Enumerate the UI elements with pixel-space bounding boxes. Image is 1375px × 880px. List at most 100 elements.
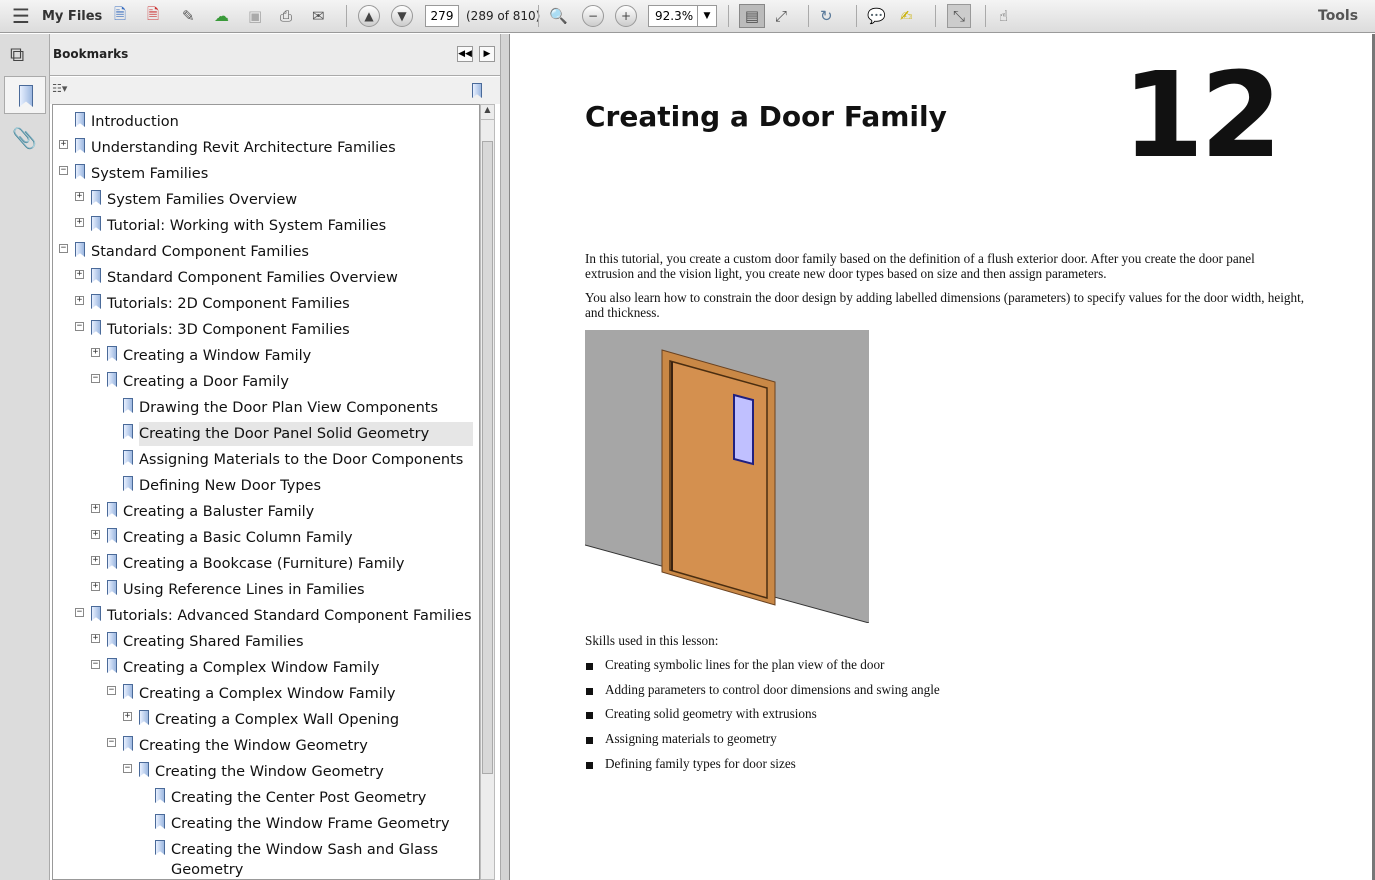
scroll-up-icon[interactable]: ▲ (481, 105, 494, 120)
expand-icon[interactable]: + (91, 530, 100, 539)
bookmark-label: Creating a Window Family (123, 348, 312, 364)
bookmark-label: Understanding Revit Architecture Familie… (91, 140, 396, 156)
bookmark-item[interactable]: Creating a Basic Column Family (123, 526, 473, 550)
collapse-icon[interactable]: − (59, 166, 68, 175)
print-icon[interactable]: ⎙ (280, 4, 292, 28)
expand-icon[interactable]: + (75, 270, 84, 279)
rotate-icon[interactable]: ↻ (820, 4, 833, 28)
my-files-button[interactable]: My Files (42, 4, 102, 28)
expand-icon[interactable]: + (59, 140, 68, 149)
fit-width-icon[interactable]: ⤢ (775, 4, 787, 28)
save-icon[interactable]: ▣ (248, 4, 262, 28)
bookmark-item[interactable]: System Families (91, 162, 473, 186)
bookmark-item[interactable]: Creating Shared Families (123, 630, 473, 654)
comment-icon[interactable]: 💬 (867, 4, 886, 28)
convert-icon[interactable]: 🗎 (147, 4, 159, 28)
bookmark-item[interactable]: System Families Overview (107, 188, 473, 212)
expand-icon[interactable]: + (123, 712, 132, 721)
fit-page-icon[interactable]: ▤ (739, 4, 765, 28)
bookmark-item[interactable]: Tutorials: 2D Component Families (107, 292, 473, 316)
bookmark-item[interactable]: Introduction (91, 110, 473, 134)
bookmark-item[interactable]: Standard Component Families Overview (107, 266, 473, 290)
prev-page-icon[interactable]: ▲ (358, 4, 380, 28)
expand-icon[interactable]: + (75, 296, 84, 305)
bookmark-icon (107, 658, 117, 673)
zoom-in-icon[interactable]: + (615, 4, 637, 28)
collapse-icon[interactable]: − (91, 374, 100, 383)
bookmark-item[interactable]: Creating a Complex Window Family (123, 656, 473, 680)
bookmark-item[interactable]: Standard Component Families (91, 240, 473, 264)
expand-icon[interactable]: + (91, 556, 100, 565)
bookmark-item[interactable]: Drawing the Door Plan View Components (139, 396, 473, 420)
highlight-text-icon[interactable]: ✍ (900, 4, 913, 28)
bookmark-item[interactable]: Understanding Revit Architecture Familie… (91, 136, 473, 160)
collapse-icon[interactable]: − (107, 738, 116, 747)
zoom-input[interactable]: 92.3% (648, 5, 698, 27)
collapse-panel-icon[interactable]: ◀◀ (457, 46, 473, 62)
collapse-icon[interactable]: − (59, 244, 68, 253)
email-icon[interactable]: ✉ (312, 4, 325, 28)
collapse-icon[interactable]: − (75, 608, 84, 617)
fullscreen-icon[interactable]: ⤡ (947, 4, 971, 28)
chapter-title: Creating a Door Family (585, 100, 947, 133)
zoom-dropdown-icon[interactable]: ▼ (697, 5, 717, 27)
attachments-icon[interactable]: 📎 (12, 126, 37, 150)
bookmark-item[interactable]: Creating a Complex Wall Opening (155, 708, 473, 732)
chapter-number: 12 (1122, 46, 1282, 184)
collapse-icon[interactable]: − (107, 686, 116, 695)
expand-icon[interactable]: + (91, 504, 100, 513)
expand-icon[interactable]: + (91, 582, 100, 591)
vertical-scrollbar[interactable]: ▲ (480, 104, 495, 880)
expand-panel-icon[interactable]: ▶ (479, 46, 495, 62)
tools-button[interactable]: Tools (1318, 4, 1358, 28)
edit-icon[interactable]: ✎ (182, 4, 195, 28)
panel-title: Bookmarks (53, 47, 129, 61)
bookmark-item[interactable]: Using Reference Lines in Families (123, 578, 473, 602)
expand-icon[interactable]: + (75, 192, 84, 201)
cloud-upload-icon[interactable]: ☁ (214, 4, 229, 28)
bookmark-icon (107, 554, 117, 569)
bookmark-item[interactable]: Tutorials: Advanced Standard Component F… (107, 604, 473, 628)
hamburger-menu-icon[interactable]: ☰ (12, 4, 30, 28)
bookmark-icon (75, 112, 85, 127)
bookmark-item[interactable]: Creating the Window Frame Geometry (171, 812, 473, 836)
document-page: Creating a Door Family 12 In this tutori… (510, 34, 1372, 880)
expand-icon[interactable]: + (91, 348, 100, 357)
bookmarks-tab[interactable] (4, 76, 46, 114)
bookmark-item[interactable]: Creating the Window Geometry (139, 734, 473, 758)
expand-icon[interactable]: + (91, 634, 100, 643)
bookmark-icon (139, 710, 149, 725)
panel-splitter[interactable] (500, 34, 510, 880)
collapse-icon[interactable]: − (75, 322, 84, 331)
bookmark-item[interactable]: Creating a Bookcase (Furniture) Family (123, 552, 473, 576)
bookmark-label: Creating a Complex Window Family (123, 660, 380, 676)
bookmark-icon (107, 632, 117, 647)
create-pdf-icon[interactable]: 🗎 (114, 4, 126, 28)
bookmark-item[interactable]: Tutorials: 3D Component Families (107, 318, 473, 342)
bookmarks-tree: Introduction Understanding Revit Architec… (52, 104, 480, 880)
bookmark-label: Creating the Center Post Geometry (171, 790, 427, 806)
next-page-icon[interactable]: ▼ (391, 4, 413, 28)
hand-tool-icon[interactable]: ☝ (999, 4, 1008, 28)
zoom-tool-icon[interactable]: 🔍 (549, 4, 568, 28)
bookmark-item[interactable]: Creating a Window Family (123, 344, 473, 368)
page-number-input[interactable]: 279 (425, 5, 459, 27)
bookmark-item[interactable]: Tutorial: Working with System Families (107, 214, 473, 238)
expand-icon[interactable]: + (75, 218, 84, 227)
skills-heading: Skills used in this lesson: (585, 633, 719, 648)
bookmark-item[interactable]: Creating a Door Family (123, 370, 473, 394)
collapse-icon[interactable]: − (91, 660, 100, 669)
zoom-out-icon[interactable]: − (582, 4, 604, 28)
scroll-thumb[interactable] (482, 141, 493, 774)
collapse-icon[interactable]: − (123, 764, 132, 773)
bookmark-item[interactable]: Creating the Window Geometry (155, 760, 473, 784)
options-menu-icon[interactable]: ☷▾ (52, 82, 67, 95)
pages-icon[interactable]: ⧉ (10, 42, 24, 66)
bookmark-item[interactable]: Defining New Door Types (139, 474, 473, 498)
new-bookmark-icon[interactable] (472, 83, 482, 98)
bookmark-item[interactable]: Assigning Materials to the Door Componen… (139, 448, 473, 472)
bookmark-item[interactable]: Creating the Center Post Geometry (171, 786, 473, 810)
bookmark-item[interactable]: Creating a Baluster Family (123, 500, 473, 524)
bookmark-item[interactable]: Creating a Complex Window Family (139, 682, 473, 706)
bookmark-item[interactable]: Creating the Door Panel Solid Geometry (139, 422, 473, 446)
